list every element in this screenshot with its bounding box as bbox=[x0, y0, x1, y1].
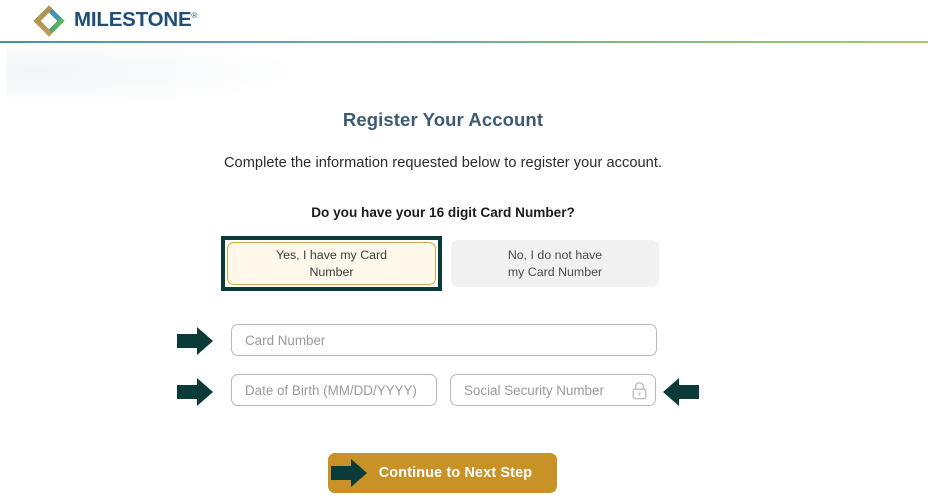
brand-wordmark-text: MILESTONE bbox=[74, 8, 192, 32]
card-number-choice-group: Yes, I have my Card Number No, I do not … bbox=[221, 236, 661, 291]
registered-trademark-icon: ® bbox=[191, 11, 198, 21]
choice-yes-button[interactable]: Yes, I have my Card Number bbox=[227, 242, 436, 285]
card-number-question: Do you have your 16 digit Card Number? bbox=[311, 205, 575, 220]
continue-to-next-step-button[interactable]: Continue to Next Step bbox=[328, 453, 557, 493]
page-subtitle: Complete the information requested below… bbox=[223, 155, 663, 171]
brand-wordmark: MILESTONE® bbox=[74, 10, 197, 31]
social-security-number-input[interactable] bbox=[450, 374, 656, 406]
choice-yes-focus-ring: Yes, I have my Card Number bbox=[221, 236, 442, 291]
choice-no-button[interactable]: No, I do not have my Card Number bbox=[451, 240, 659, 287]
choice-yes-label: Yes, I have my Card Number bbox=[276, 247, 387, 280]
arrow-left-icon-social-security-number bbox=[662, 377, 700, 407]
brand-logo[interactable]: MILESTONE® bbox=[33, 4, 197, 37]
choice-yes-label-line2: Number bbox=[309, 264, 354, 279]
arrow-right-icon-card-number bbox=[176, 326, 214, 356]
date-of-birth-input[interactable] bbox=[231, 374, 437, 406]
registration-form-container: Register Your Account Complete the infor… bbox=[0, 43, 928, 503]
arrow-right-icon-date-of-birth bbox=[176, 377, 214, 407]
page-header: MILESTONE® bbox=[0, 0, 928, 41]
choice-no-label-line1: No, I do not have bbox=[507, 247, 603, 262]
choice-no-label-line2: my Card Number bbox=[507, 264, 603, 279]
page-title: Register Your Account bbox=[342, 109, 544, 130]
continue-button-label: Continue to Next Step bbox=[378, 465, 533, 481]
card-number-input[interactable] bbox=[231, 324, 657, 356]
choice-yes-label-line1: Yes, I have my Card bbox=[275, 248, 388, 262]
choice-no-label: No, I do not have my Card Number bbox=[508, 247, 602, 280]
diamond-logo-icon bbox=[33, 4, 65, 37]
